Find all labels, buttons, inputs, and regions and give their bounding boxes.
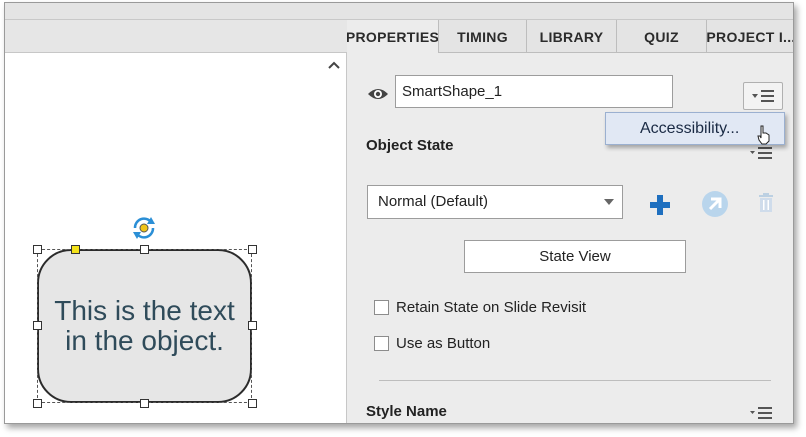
- state-view-button[interactable]: State View: [464, 240, 686, 273]
- resize-handle-left[interactable]: [33, 321, 42, 330]
- object-state-select[interactable]: Normal (Default): [367, 185, 623, 219]
- panel-tabs: PROPERTIES TIMING LIBRARY QUIZ PROJECT I…: [347, 20, 793, 53]
- add-state-icon[interactable]: [647, 192, 673, 218]
- tab-project-info[interactable]: PROJECT I...: [707, 20, 793, 53]
- resize-handle-bottom-left[interactable]: [33, 399, 42, 408]
- resize-handle-right[interactable]: [248, 321, 257, 330]
- object-state-menu-icon[interactable]: [749, 145, 775, 161]
- tab-timing[interactable]: TIMING: [439, 20, 527, 53]
- retain-state-label: Retain State on Slide Revisit: [396, 299, 587, 316]
- object-name-input[interactable]: [395, 75, 673, 108]
- use-as-button-checkbox-row[interactable]: Use as Button: [374, 335, 490, 352]
- tab-library[interactable]: LIBRARY: [527, 20, 617, 53]
- app-window: This is the text in the object. PROPERTI…: [4, 2, 794, 424]
- use-as-button-checkbox[interactable]: [374, 336, 389, 351]
- selection-box: [37, 249, 252, 403]
- rotate-icon[interactable]: [129, 215, 159, 241]
- style-name-title: Style Name: [366, 403, 447, 420]
- object-state-value: Normal (Default): [378, 193, 489, 210]
- shape-adjust-handle[interactable]: [71, 245, 80, 254]
- tab-quiz[interactable]: QUIZ: [617, 20, 707, 53]
- resize-handle-bottom-right[interactable]: [248, 399, 257, 408]
- retain-state-checkbox[interactable]: [374, 300, 389, 315]
- retain-state-checkbox-row[interactable]: Retain State on Slide Revisit: [374, 299, 586, 316]
- resize-handle-top-right[interactable]: [248, 245, 257, 254]
- properties-panel: Object State Accessibility... Normal (De…: [347, 53, 793, 423]
- resize-handle-top-left[interactable]: [33, 245, 42, 254]
- style-name-menu-icon[interactable]: [749, 405, 775, 421]
- delete-state-icon[interactable]: [757, 192, 775, 214]
- chevron-up-icon[interactable]: [327, 59, 341, 73]
- top-strip: [5, 3, 793, 20]
- object-state-title: Object State: [366, 137, 454, 154]
- tab-properties[interactable]: PROPERTIES: [347, 20, 439, 53]
- panel-menu-icon: [752, 90, 774, 102]
- section-divider: [379, 380, 771, 381]
- dropdown-arrow-icon: [604, 199, 614, 205]
- resize-handle-bottom[interactable]: [140, 399, 149, 408]
- panel-menu-button[interactable]: [743, 82, 783, 110]
- stage-header: [5, 20, 347, 53]
- stage-canvas[interactable]: This is the text in the object.: [5, 53, 347, 423]
- resize-handle-top[interactable]: [140, 245, 149, 254]
- goto-state-icon[interactable]: [701, 190, 729, 218]
- hand-cursor-icon: [757, 125, 771, 145]
- use-as-button-label: Use as Button: [396, 335, 491, 352]
- eye-icon[interactable]: [367, 86, 389, 102]
